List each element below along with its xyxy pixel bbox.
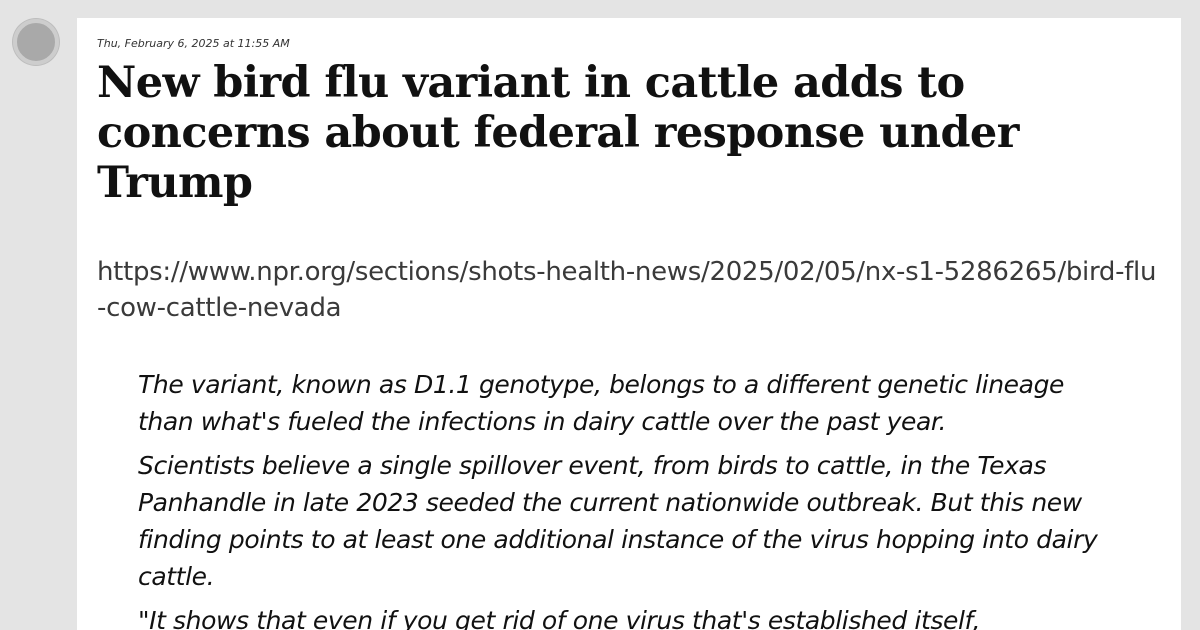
post-timestamp: Thu, February 6, 2025 at 11:55 AM (97, 37, 290, 50)
post-url-link[interactable]: https://www.npr.org/sections/shots-healt… (97, 254, 1161, 326)
post-headline[interactable]: New bird flu variant in cattle adds to c… (97, 58, 1161, 208)
quote-paragraph: "It shows that even if you get rid of on… (138, 606, 981, 630)
post-card: Thu, February 6, 2025 at 11:55 AM New bi… (77, 18, 1181, 630)
page: Thu, February 6, 2025 at 11:55 AM New bi… (0, 0, 1200, 630)
quote-paragraph: Scientists believe a single spillover ev… (138, 451, 1098, 591)
avatar[interactable] (13, 19, 59, 65)
post-quote: The variant, known as D1.1 genotype, bel… (138, 366, 1161, 630)
quote-paragraph: The variant, known as D1.1 genotype, bel… (138, 370, 1065, 436)
